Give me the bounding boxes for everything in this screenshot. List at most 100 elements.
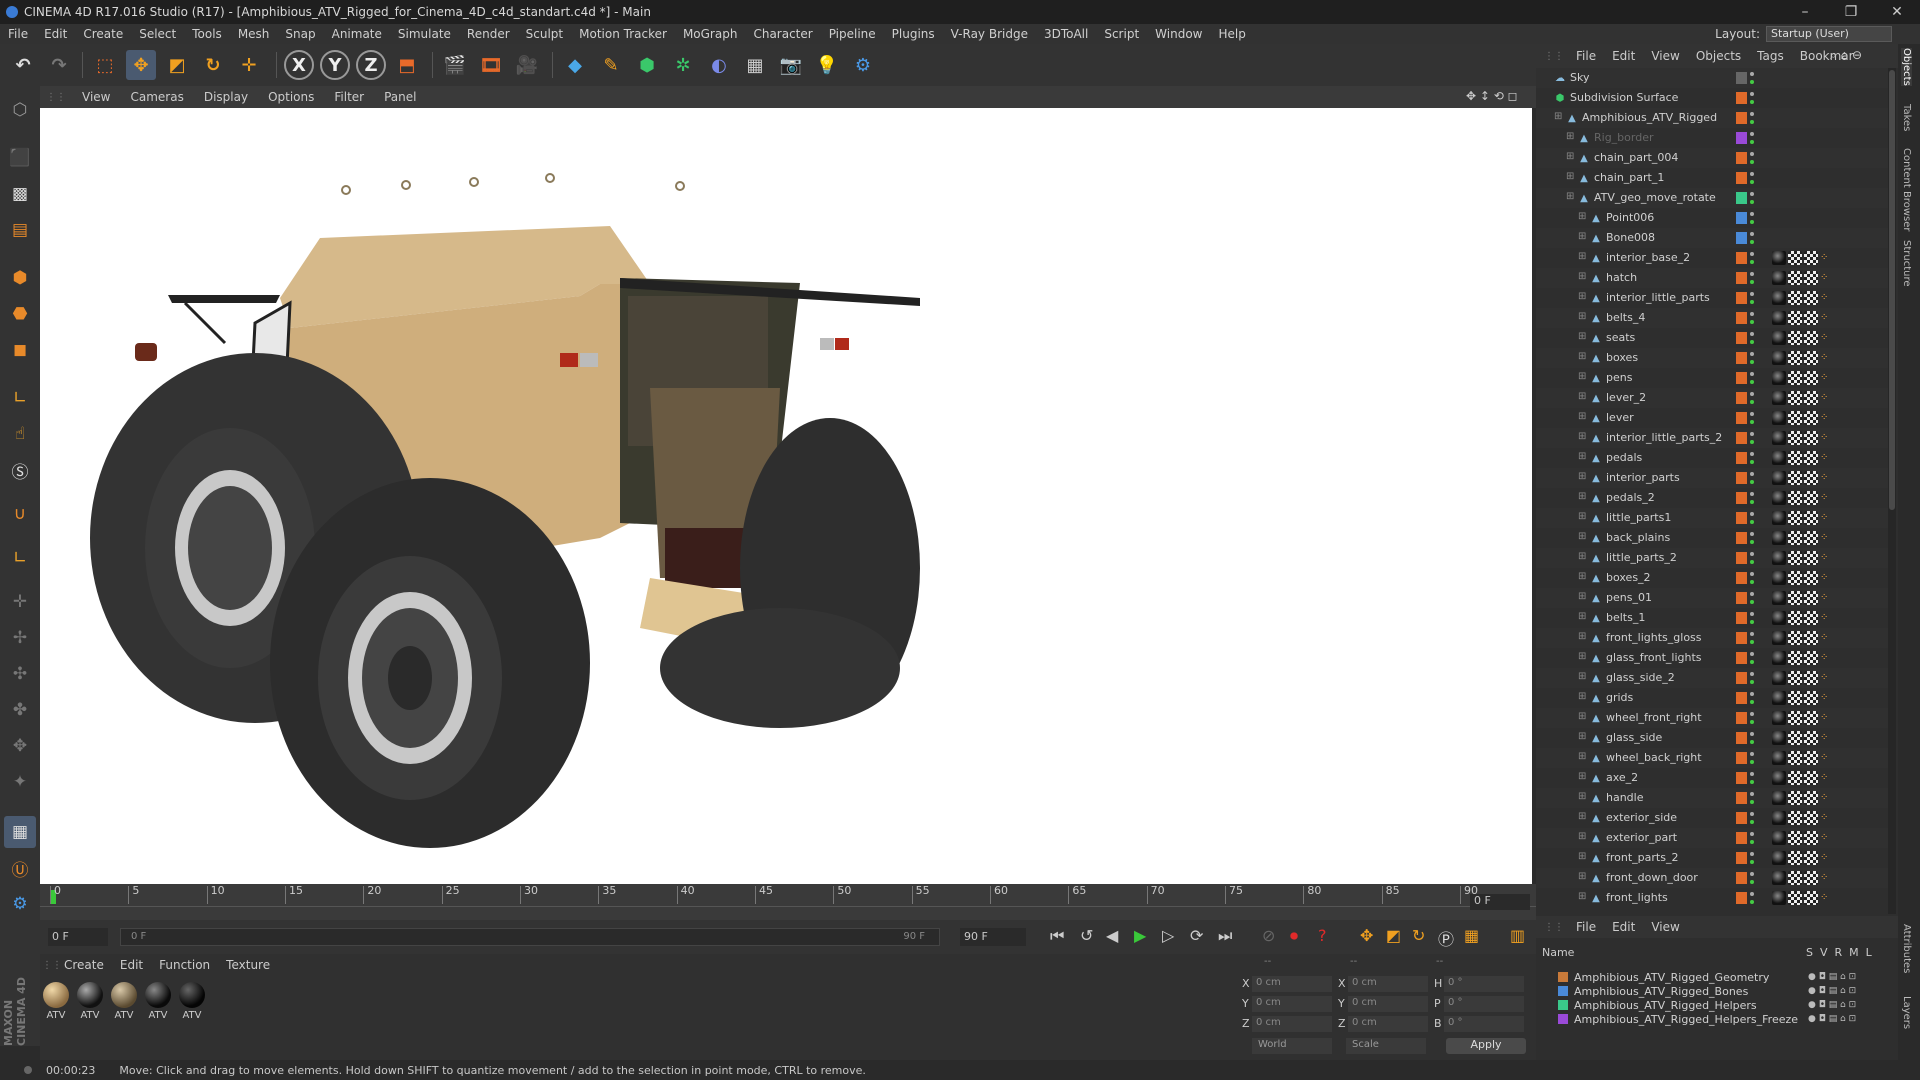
editor-visibility-dot[interactable] (1750, 852, 1754, 856)
texture-tag-icon[interactable] (1804, 831, 1818, 845)
object-row[interactable]: ⊞ ▲ interior_base_2 ⁘ (1536, 248, 1888, 268)
texture-tag-icon[interactable] (1788, 271, 1802, 285)
texture-tag-icon[interactable] (1788, 471, 1802, 485)
expand-toggle-icon[interactable]: ⊞ (1578, 351, 1586, 362)
side-tab-layers[interactable]: Layers (1901, 996, 1912, 1029)
layer-color-swatch[interactable] (1736, 772, 1747, 784)
object-menu-view[interactable]: View (1643, 49, 1687, 63)
weight-tag-icon[interactable]: ⁘ (1820, 771, 1834, 785)
render-visibility-dot[interactable] (1750, 760, 1754, 764)
object-row[interactable]: ☁ Sky (1536, 68, 1888, 88)
weight-tag-icon[interactable]: ⁘ (1820, 891, 1834, 905)
menu-script[interactable]: Script (1096, 27, 1147, 41)
layer-color-swatch[interactable] (1736, 552, 1747, 564)
weight-tag-icon[interactable]: ⁘ (1820, 551, 1834, 565)
weight-tag-icon[interactable]: ⁘ (1820, 811, 1834, 825)
render-visibility-dot[interactable] (1750, 580, 1754, 584)
expand-toggle-icon[interactable]: ⊞ (1566, 191, 1574, 202)
object-row[interactable]: ⊞ ▲ ATV_geo_move_rotate (1536, 188, 1888, 208)
camera-icon[interactable]: 📷 (776, 50, 806, 80)
texture-tag-icon[interactable] (1788, 731, 1802, 745)
live-selection-icon[interactable]: ⬚ (90, 50, 120, 80)
material-tag-icon[interactable] (1772, 631, 1786, 645)
render-view-icon[interactable]: 🎬 (440, 50, 470, 80)
editor-visibility-dot[interactable] (1750, 412, 1754, 416)
render-visibility-dot[interactable] (1750, 240, 1754, 244)
texture-tag-icon[interactable] (1788, 351, 1802, 365)
object-row[interactable]: ⊞ ▲ Point006 (1536, 208, 1888, 228)
viewport-menu-panel[interactable]: Panel (374, 90, 426, 104)
object-row[interactable]: ⊞ ▲ hatch ⁘ (1536, 268, 1888, 288)
editor-visibility-dot[interactable] (1750, 872, 1754, 876)
menu-pipeline[interactable]: Pipeline (821, 27, 884, 41)
object-row[interactable]: ⊞ ▲ pens_01 ⁘ (1536, 588, 1888, 608)
menu-mograph[interactable]: MoGraph (675, 27, 746, 41)
weight-tag-icon[interactable]: ⁘ (1820, 511, 1834, 525)
object-menu-file[interactable]: File (1568, 49, 1604, 63)
expand-toggle-icon[interactable]: ⊞ (1578, 811, 1586, 822)
menu-help[interactable]: Help (1210, 27, 1253, 41)
material-tag-icon[interactable] (1772, 371, 1786, 385)
texture-tag-icon[interactable] (1788, 571, 1802, 585)
object-row[interactable]: ⊞ ▲ interior_little_parts ⁘ (1536, 288, 1888, 308)
array-icon[interactable]: ✲ (668, 50, 698, 80)
render-picture-viewer-icon[interactable]: 🎞 (476, 50, 506, 80)
weight-tag-icon[interactable]: ⁘ (1820, 671, 1834, 685)
layer-color-swatch[interactable] (1736, 392, 1747, 404)
object-row[interactable]: ⊞ ▲ wheel_back_right ⁘ (1536, 748, 1888, 768)
render-visibility-dot[interactable] (1750, 860, 1754, 864)
magnet-icon[interactable]: ∪ (4, 498, 36, 530)
coord-apply-button[interactable]: Apply (1446, 1038, 1526, 1054)
object-menu-edit[interactable]: Edit (1604, 49, 1643, 63)
material-tag-icon[interactable] (1772, 731, 1786, 745)
end-frame-field[interactable]: 90 F (960, 928, 1026, 946)
render-visibility-dot[interactable] (1750, 800, 1754, 804)
layer-color-swatch[interactable] (1736, 452, 1747, 464)
layer-color-swatch[interactable] (1736, 332, 1747, 344)
polygons-mode-icon[interactable]: ◼ (4, 334, 36, 366)
viewport-menu-options[interactable]: Options (258, 90, 324, 104)
object-row[interactable]: ⊞ ▲ back_plains ⁘ (1536, 528, 1888, 548)
lock-x-icon[interactable]: ✛ (4, 586, 36, 618)
object-row[interactable]: ⊞ ▲ pens ⁘ (1536, 368, 1888, 388)
object-row[interactable]: ⊞ ▲ exterior_side ⁘ (1536, 808, 1888, 828)
menu-select[interactable]: Select (131, 27, 184, 41)
object-row[interactable]: ⊞ ▲ pedals_2 ⁘ (1536, 488, 1888, 508)
expand-toggle-icon[interactable]: ⊞ (1578, 271, 1586, 282)
layer-color-swatch[interactable] (1736, 192, 1747, 204)
editor-visibility-dot[interactable] (1750, 552, 1754, 556)
material-tag-icon[interactable] (1772, 771, 1786, 785)
weight-tag-icon[interactable]: ⁘ (1820, 531, 1834, 545)
weight-tag-icon[interactable]: ⁘ (1820, 831, 1834, 845)
render-visibility-dot[interactable] (1750, 560, 1754, 564)
menu-animate[interactable]: Animate (324, 27, 390, 41)
texture-tag-icon[interactable] (1788, 491, 1802, 505)
layer-menu-edit[interactable]: Edit (1604, 920, 1643, 934)
make-editable-icon[interactable]: ⬡ (4, 94, 36, 126)
object-row[interactable]: ⊞ ▲ lever ⁘ (1536, 408, 1888, 428)
texture-tag-icon[interactable] (1788, 811, 1802, 825)
editor-visibility-dot[interactable] (1750, 192, 1754, 196)
material-menu-function[interactable]: Function (151, 958, 218, 972)
expand-toggle-icon[interactable]: ⊞ (1578, 631, 1586, 642)
texture-tag-icon[interactable] (1788, 891, 1802, 905)
menu-file[interactable]: File (0, 27, 36, 41)
weight-tag-icon[interactable]: ⁘ (1820, 851, 1834, 865)
object-row[interactable]: ⊞ ▲ chain_part_1 (1536, 168, 1888, 188)
render-visibility-dot[interactable] (1750, 480, 1754, 484)
material-tag-icon[interactable] (1772, 411, 1786, 425)
model-mode-icon[interactable]: ⬛ (4, 142, 36, 174)
texture-tag-icon[interactable] (1788, 451, 1802, 465)
render-visibility-dot[interactable] (1750, 420, 1754, 424)
render-visibility-dot[interactable] (1750, 880, 1754, 884)
material-tag-icon[interactable] (1772, 391, 1786, 405)
layer-row[interactable]: Amphibious_ATV_Rigged_Geometry (1558, 970, 1769, 984)
texture-tag-icon[interactable] (1804, 371, 1818, 385)
z-axis-icon[interactable]: Z (356, 50, 386, 80)
texture-tag-icon[interactable] (1804, 351, 1818, 365)
object-toolbar-icons[interactable]: ⌕ ⌂ ⊖ (1830, 48, 1862, 63)
object-row[interactable]: ⊞ ▲ axe_2 ⁘ (1536, 768, 1888, 788)
weight-tag-icon[interactable]: ⁘ (1820, 411, 1834, 425)
weight-tag-icon[interactable]: ⁘ (1820, 471, 1834, 485)
layer-row[interactable]: Amphibious_ATV_Rigged_Helpers (1558, 998, 1757, 1012)
